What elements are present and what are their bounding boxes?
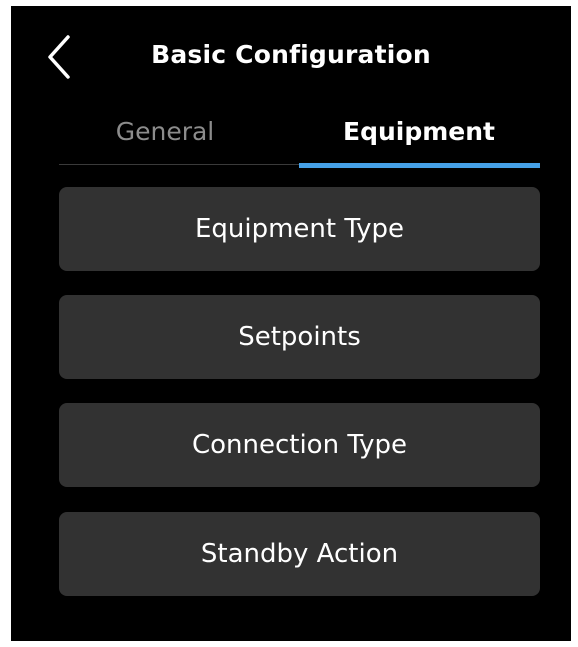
connection-type-button[interactable]: Connection Type xyxy=(59,403,540,487)
tab-general[interactable]: General xyxy=(59,98,271,164)
equipment-type-button[interactable]: Equipment Type xyxy=(59,187,540,271)
tab-equipment[interactable]: Equipment xyxy=(299,98,539,164)
setpoints-button[interactable]: Setpoints xyxy=(59,295,540,379)
configuration-screen: Basic Configuration General Equipment Eq… xyxy=(11,6,571,641)
tab-bar: General Equipment xyxy=(59,98,540,168)
page-title: Basic Configuration xyxy=(151,40,431,69)
tab-divider xyxy=(59,164,299,165)
standby-action-button[interactable]: Standby Action xyxy=(59,512,540,596)
active-tab-indicator xyxy=(299,163,540,168)
